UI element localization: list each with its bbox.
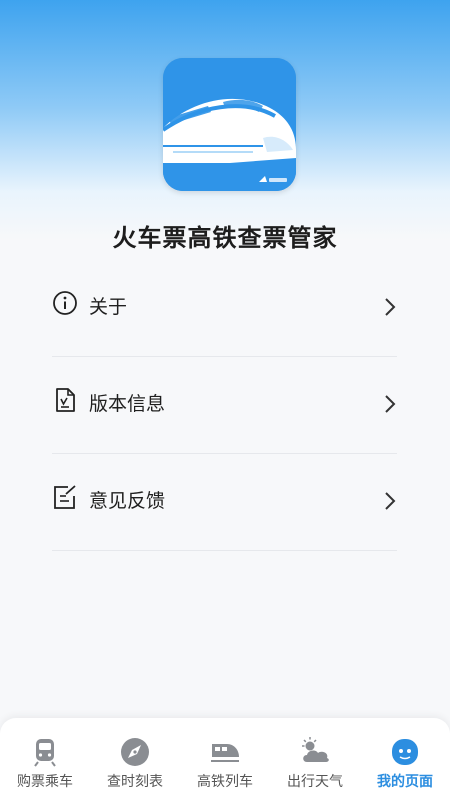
tab-my-page[interactable]: 我的页面: [360, 718, 450, 800]
compass-icon: [121, 738, 149, 766]
tab-timetable[interactable]: 查时刻表: [90, 718, 180, 800]
bottom-tab-bar: 购票乘车 查时刻表 高铁列车 出行天气 我的页面: [0, 718, 450, 800]
tab-label: 购票乘车: [17, 773, 73, 789]
settings-menu: 关于 版本信息 意见反馈: [52, 260, 397, 551]
menu-label-version: 版本信息: [89, 394, 166, 415]
menu-item-version[interactable]: 版本信息: [52, 357, 397, 454]
menu-label-about: 关于: [89, 297, 128, 318]
menu-label-feedback: 意见反馈: [89, 491, 166, 512]
info-icon: [53, 291, 77, 315]
menu-item-about[interactable]: 关于: [52, 260, 397, 357]
train-logo-icon: [163, 58, 296, 191]
document-check-icon: [56, 388, 75, 412]
chevron-right-icon: [385, 298, 396, 316]
tab-label: 出行天气: [287, 773, 343, 789]
chevron-right-icon: [385, 492, 396, 510]
weather-cloud-sun-icon: [302, 737, 329, 762]
tab-label: 高铁列车: [197, 773, 253, 789]
train-front-icon: [34, 739, 56, 767]
tab-travel-weather[interactable]: 出行天气: [270, 718, 360, 800]
high-speed-train-icon: [211, 744, 239, 762]
tab-label: 查时刻表: [107, 773, 163, 789]
tab-high-speed-trains[interactable]: 高铁列车: [180, 718, 270, 800]
tab-buy-tickets[interactable]: 购票乘车: [0, 718, 90, 800]
tab-label: 我的页面: [377, 773, 433, 789]
chevron-right-icon: [385, 395, 396, 413]
profile-face-icon: [392, 739, 418, 765]
app-title: 火车票高铁查票管家: [112, 225, 338, 252]
app-logo: [163, 58, 296, 191]
edit-note-icon: [54, 485, 76, 509]
menu-item-feedback[interactable]: 意见反馈: [52, 454, 397, 551]
